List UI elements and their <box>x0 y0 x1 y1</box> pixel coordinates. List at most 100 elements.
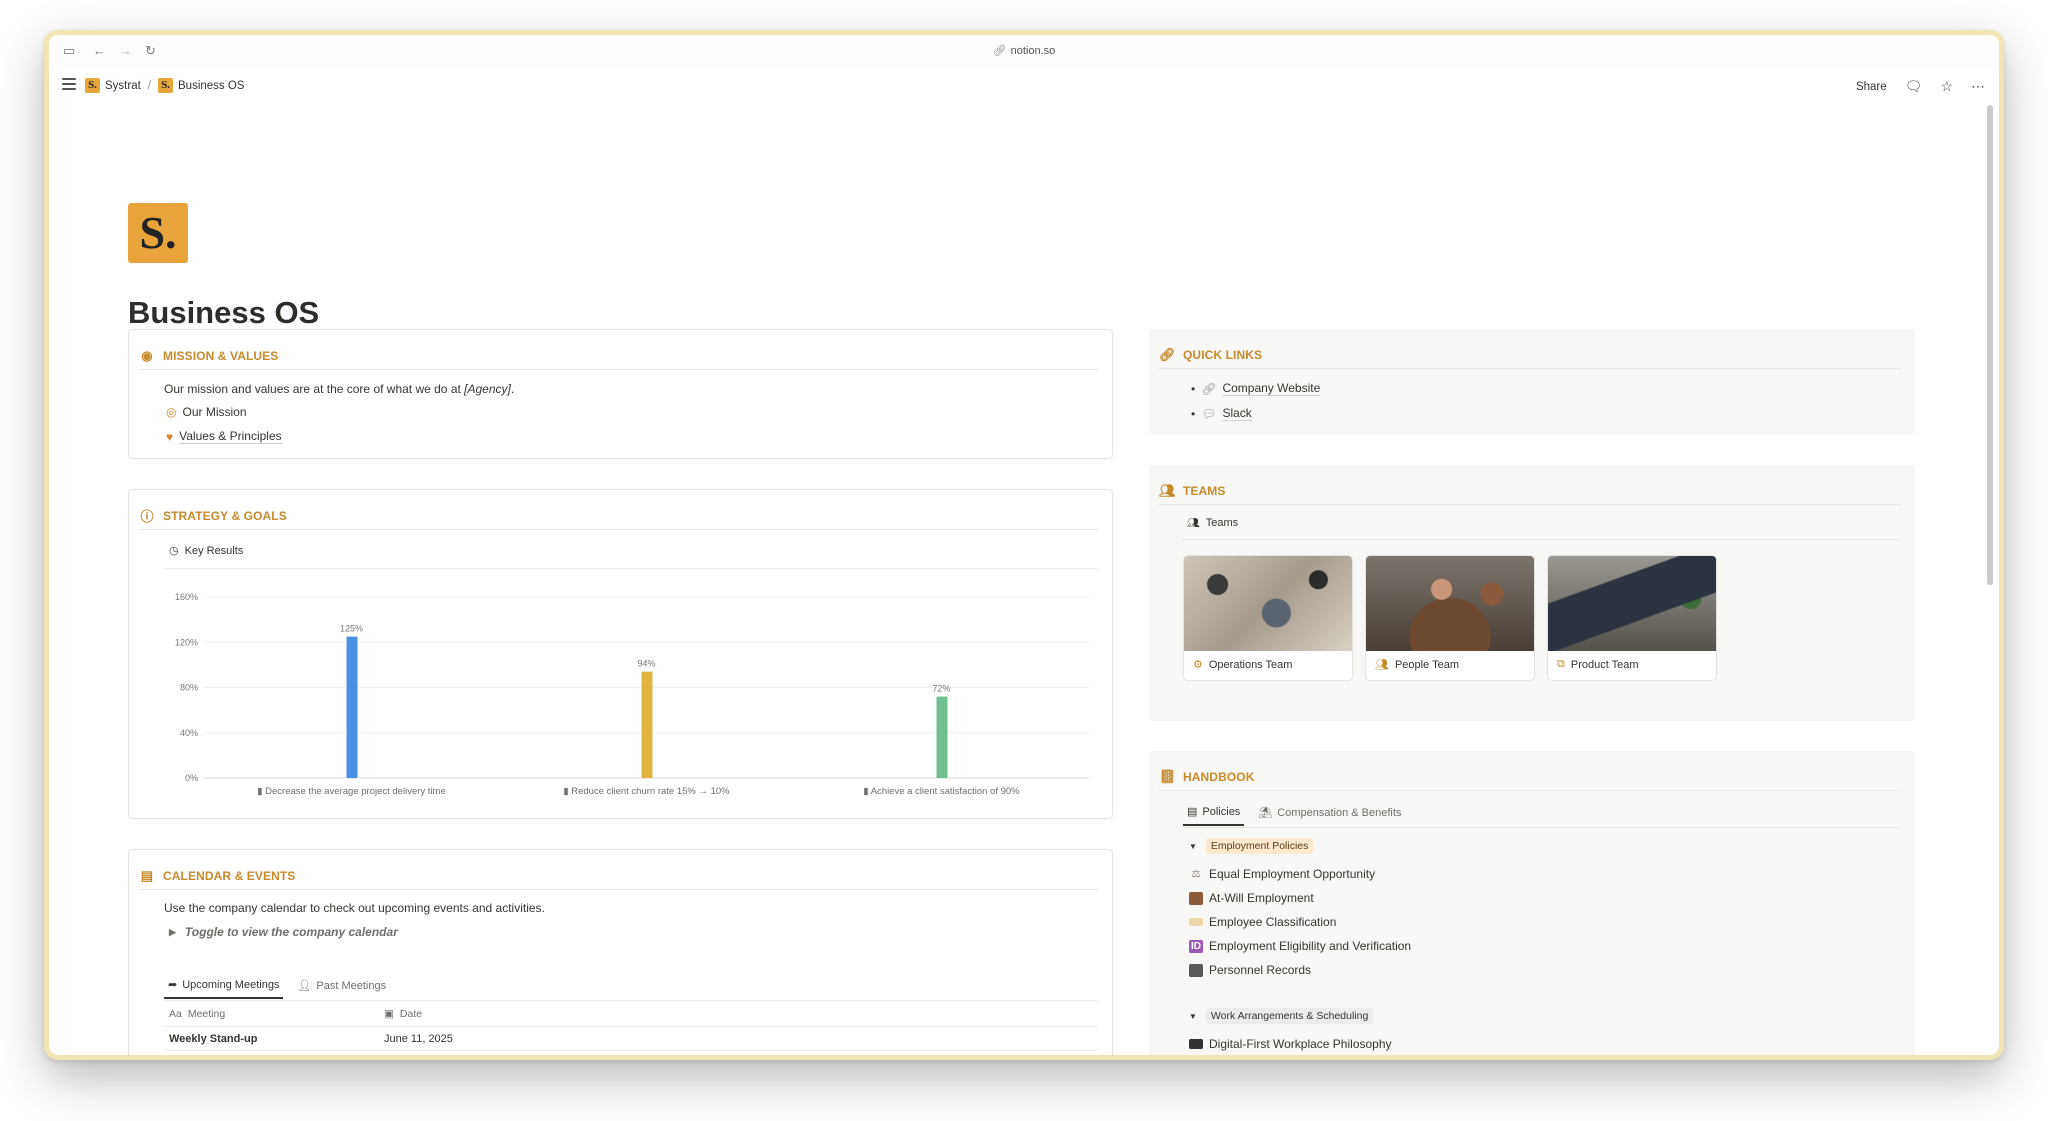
list-item-label: Personnel Records <box>1209 963 1312 977</box>
notion-topbar: S. Systrat / S. Business OS Share 🗨︎ ☆ ⋯ <box>49 69 1999 103</box>
laptop-icon <box>1189 1039 1203 1049</box>
product-cube-icon: ⧉ <box>1557 658 1565 670</box>
bar <box>936 696 948 778</box>
product-team-image <box>1548 556 1716 651</box>
bar <box>346 636 358 778</box>
list-item-label: Digital-First Workplace Philosophy <box>1209 1037 1392 1051</box>
our-mission-link[interactable]: ◎ Our Mission <box>166 405 247 419</box>
teams-divider <box>1183 539 1901 540</box>
page-logo: S. <box>128 203 188 263</box>
list-item[interactable]: ID Employment Eligibility and Verificati… <box>1189 939 1411 953</box>
team-card-operations[interactable]: ⚙ Operations Team <box>1183 555 1353 681</box>
people-team-name: People Team <box>1394 658 1459 671</box>
operations-team-image <box>1184 556 1352 651</box>
page-title: Business OS <box>128 295 320 330</box>
quick-link-slack[interactable]: • 💬︎ Slack <box>1191 406 1252 421</box>
list-item[interactable]: Personnel Records <box>1189 963 1311 977</box>
list-item-label: Employment Eligibility and Verification <box>1209 939 1412 953</box>
product-team-label: ⧉ Product Team <box>1557 658 1639 671</box>
employment-policies-pill: Employment Policies <box>1205 838 1314 854</box>
work-arrangements-pill: Work Arrangements & Scheduling <box>1205 1008 1374 1024</box>
key-results-bar-chart: 0% 40% 80% 120% 160% 125% ▮ Decrease the avera… <box>175 592 1089 797</box>
handbook-title: HANDBOOK <box>1183 769 1255 784</box>
address-bar[interactable]: 🔗︎ notion.so <box>49 44 1999 57</box>
tab-compensation-label: Compensation & Benefits <box>1277 806 1402 819</box>
values-principles-label: Values & Principles <box>179 429 282 444</box>
title-column-icon: Aa <box>169 1008 182 1020</box>
operations-team-label: ⚙ Operations Team <box>1193 658 1293 672</box>
group-employment-policies[interactable]: ▼ Employment Policies <box>1189 838 1314 854</box>
quick-links-title: QUICK LINKS <box>1183 347 1263 362</box>
teams-view-tab[interactable]: 👥︎ Teams <box>1187 517 1238 529</box>
date-column-icon: ▣ <box>384 1008 394 1020</box>
column-header-date[interactable]: ▣ Date <box>384 1008 422 1020</box>
toggle-down-icon: ▼ <box>1189 1011 1197 1021</box>
calendar-events-header: ▤ CALENDAR & EVENTS <box>139 862 1098 890</box>
operations-team-name: Operations Team <box>1208 658 1293 671</box>
quick-links-header: 🔗︎ QUICK LINKS <box>1159 341 1901 369</box>
share-button[interactable]: Share <box>1856 81 1887 93</box>
breadcrumb-item-workspace[interactable]: Systrat <box>105 80 141 92</box>
team-card-people[interactable]: 👥︎ People Team <box>1365 555 1535 681</box>
tab-upcoming-label: Upcoming Meetings <box>182 978 280 991</box>
column-meeting-label: Meeting <box>187 1008 226 1020</box>
calendar-toggle[interactable]: ▶ Toggle to view the company calendar <box>169 925 398 939</box>
briefcase-icon <box>1189 891 1203 905</box>
file-cabinet-icon <box>1189 963 1203 977</box>
tab-policies[interactable]: ▤ Policies <box>1183 801 1245 826</box>
calendar-toggle-label: Toggle to view the company calendar <box>184 925 398 939</box>
list-item[interactable]: Digital-First Workplace Philosophy <box>1189 1037 1392 1051</box>
more-options-icon[interactable]: ⋯ <box>1971 78 1985 95</box>
table-row[interactable]: Weekly Stand-up June 11, 2025 <box>164 1027 1098 1051</box>
list-item[interactable]: Employee Classification <box>1189 915 1336 929</box>
mission-description: Our mission and values are at the core o… <box>164 382 514 396</box>
beach-umbrella-icon: ⛱︎ <box>1258 807 1273 819</box>
comment-icon[interactable]: 🗨︎ <box>1905 78 1923 95</box>
bullet: • <box>1191 381 1196 396</box>
calendar-events-title: CALENDAR & EVENTS <box>163 868 296 883</box>
chain-link-icon: 🔗︎ <box>1159 346 1176 362</box>
values-principles-link[interactable]: ♥ Values & Principles <box>166 429 282 444</box>
mission-text-end: . <box>510 382 515 396</box>
gear-icon: ⚙ <box>1193 659 1203 671</box>
document-icon: ▤ <box>1187 806 1198 818</box>
quick-link-company-website[interactable]: • 🔗︎ Company Website <box>1191 381 1321 396</box>
browser-titlebar: ▭ ← → ↻ 🔗︎ notion.so <box>49 35 1999 69</box>
x-tick-label: ▮ Achieve a client satisfaction of 90% <box>863 786 1020 797</box>
handbook-tabs: ▤ Policies ⛱︎ Compensation & Benefits <box>1183 801 1405 826</box>
y-tick-label: 80% <box>180 683 198 693</box>
tab-upcoming-meetings[interactable]: ➦ Upcoming Meetings <box>164 974 284 999</box>
url-text: notion.so <box>1010 45 1056 57</box>
group-work-arrangements[interactable]: ▼ Work Arrangements & Scheduling <box>1189 1008 1374 1024</box>
our-mission-label: Our Mission <box>182 405 247 419</box>
link-icon: 🔗︎ <box>1201 381 1217 396</box>
calendar-description: Use the company calendar to check out up… <box>164 901 545 915</box>
breadcrumb-separator: / <box>147 79 151 92</box>
compass-icon: ◉ <box>141 347 153 363</box>
menu-icon[interactable] <box>62 78 76 93</box>
x-tick-label: ▮ Reduce client churn rate 15% → 10% <box>563 786 730 797</box>
tab-past-meetings[interactable]: 👤︎ Past Meetings <box>293 974 390 999</box>
list-item[interactable]: At-Will Employment <box>1189 891 1314 905</box>
y-tick-label: 40% <box>180 728 198 738</box>
handbook-tabs-divider <box>1183 827 1901 828</box>
bullet: • <box>1191 406 1196 421</box>
book-icon: 📙︎ <box>1159 768 1176 784</box>
id-card-icon: ID <box>1189 939 1203 953</box>
mission-text: Our mission and values are at the core o… <box>164 382 461 396</box>
meeting-name-cell[interactable]: Weekly Stand-up <box>169 1033 257 1045</box>
scales-icon: ⚖ <box>1191 868 1201 880</box>
column-header-meeting[interactable]: Aa Meeting <box>169 1008 225 1020</box>
tab-policies-label: Policies <box>1202 805 1241 818</box>
forward-arrow-icon: ➦ <box>168 979 178 991</box>
favorite-star-icon[interactable]: ☆ <box>1940 78 1953 95</box>
bar <box>641 671 653 778</box>
tab-compensation-benefits[interactable]: ⛱︎ Compensation & Benefits <box>1254 801 1405 826</box>
team-card-product[interactable]: ⧉ Product Team <box>1547 555 1717 681</box>
page-content: S. Business OS ◉ MISSION & VALUES Our mi… <box>49 103 1999 1055</box>
list-item[interactable]: ⚖ Equal Employment Opportunity <box>1189 867 1376 881</box>
column-date-label: Date <box>399 1008 423 1020</box>
breadcrumb-item-page[interactable]: Business OS <box>178 80 244 92</box>
x-tick-label: ▮ Decrease the average project delivery … <box>257 786 445 797</box>
list-item-label: Employee Classification <box>1209 915 1337 929</box>
